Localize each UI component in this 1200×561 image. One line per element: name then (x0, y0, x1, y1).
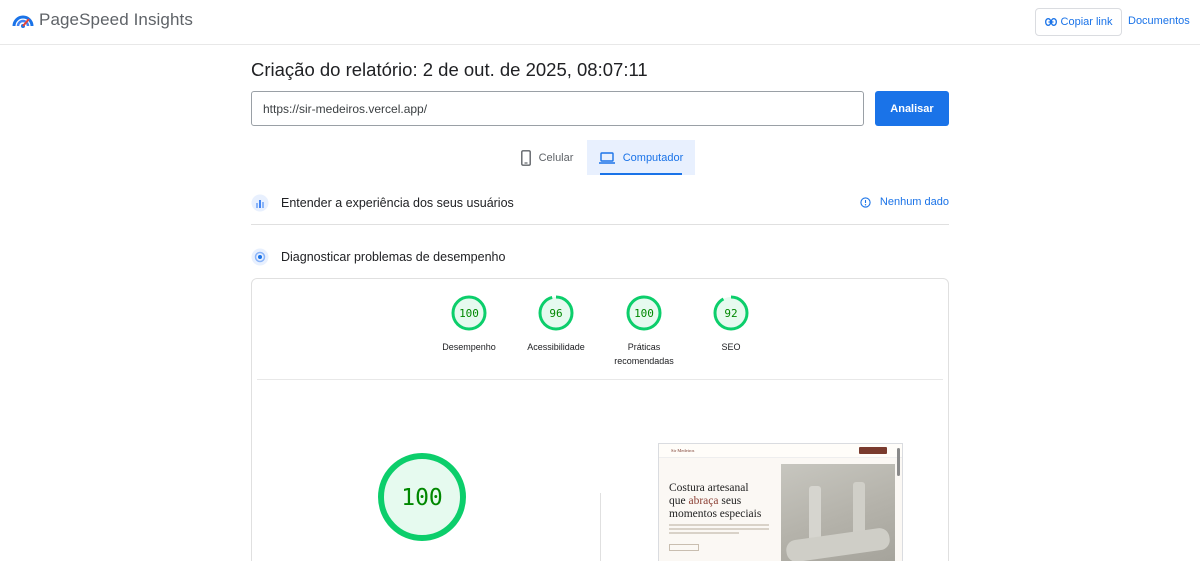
vertical-divider (600, 493, 601, 561)
section-user-experience-label: Entender a experiência dos seus usuários (281, 196, 514, 210)
score-accessibility-label: Acessibilidade (527, 342, 585, 352)
seo-gauge-ring: 92 (713, 295, 749, 331)
screenshot-nav: Sir Medeiros (659, 444, 902, 458)
tab-desktop-label: Computador (622, 151, 684, 164)
score-gauge-accessibility[interactable]: 96 Acessibilidade (512, 295, 600, 354)
scores-panel: 100 Desempenho 96 Acessibilidade 100 Prá… (251, 278, 949, 561)
score-seo-value: 92 (724, 307, 737, 320)
section-user-experience: Entender a experiência dos seus usuários… (251, 188, 949, 218)
screenshot-cta (859, 447, 887, 454)
analyze-button[interactable]: Analisar (875, 91, 949, 126)
score-performance-value: 100 (459, 307, 479, 320)
diagnostics-icon (251, 248, 269, 266)
screenshot-photo (781, 464, 895, 561)
best-practices-gauge-ring: 100 (626, 295, 662, 331)
screenshot-heading: Costura artesanal que abraça seus moment… (669, 482, 774, 521)
main-performance-gauge: 100 (378, 453, 466, 541)
pagespeed-logo-icon (12, 15, 34, 28)
score-seo-label: SEO (721, 342, 741, 352)
screenshot-button (669, 544, 699, 551)
section-diagnostics: Diagnosticar problemas de desempenho (251, 242, 949, 272)
screenshot-brand: Sir Medeiros (671, 448, 695, 453)
report-title: Criação do relatório: 2 de out. de 2025,… (251, 59, 648, 80)
tab-mobile[interactable]: Celular (507, 140, 587, 175)
url-input[interactable] (251, 91, 864, 126)
top-bar: PageSpeed Insights Copiar link Documento… (0, 0, 1200, 45)
score-accessibility-value: 96 (549, 307, 562, 320)
app-name: PageSpeed Insights (39, 10, 193, 29)
no-data-status[interactable]: Nenhum dado (860, 196, 949, 208)
info-icon (860, 196, 871, 208)
mobile-phone-icon (520, 149, 531, 166)
no-data-label: Nenhum dado (879, 196, 949, 208)
link-icon (1044, 18, 1057, 26)
screenshot-scrollbar (897, 448, 900, 476)
score-best-practices-label: Práticas recomendadas (614, 342, 674, 366)
panel-divider (257, 379, 943, 380)
section-diagnostics-label: Diagnosticar problemas de desempenho (281, 250, 506, 264)
score-gauge-performance[interactable]: 100 Desempenho (425, 295, 513, 354)
score-gauge-seo[interactable]: 92 SEO (687, 295, 775, 354)
users-chart-icon (251, 194, 269, 212)
score-gauge-best-practices[interactable]: 100 Práticas recomendadas (600, 295, 688, 368)
docs-link[interactable]: Documentos (1128, 15, 1190, 27)
page-screenshot: Sir Medeiros Costura artesanal que abraç… (658, 443, 903, 561)
brand[interactable]: PageSpeed Insights (12, 9, 193, 31)
screenshot-heading-line1: Costura artesanal (669, 482, 749, 494)
performance-gauge-ring: 100 (451, 295, 487, 331)
copy-link-label: Copiar link (1060, 16, 1113, 28)
accessibility-gauge-ring: 96 (538, 295, 574, 331)
score-performance-label: Desempenho (442, 342, 496, 352)
main-score-value: 100 (401, 485, 443, 511)
screenshot-body-text (669, 524, 769, 538)
score-best-practices-value: 100 (634, 307, 654, 320)
tab-mobile-label: Celular (538, 151, 574, 164)
laptop-icon (598, 151, 615, 164)
tab-desktop[interactable]: Computador (587, 140, 695, 175)
screenshot-heading-que: que (669, 495, 689, 507)
section-divider (251, 224, 949, 225)
copy-link-button[interactable]: Copiar link (1035, 8, 1122, 36)
screenshot-heading-accent: abraça (688, 495, 719, 507)
